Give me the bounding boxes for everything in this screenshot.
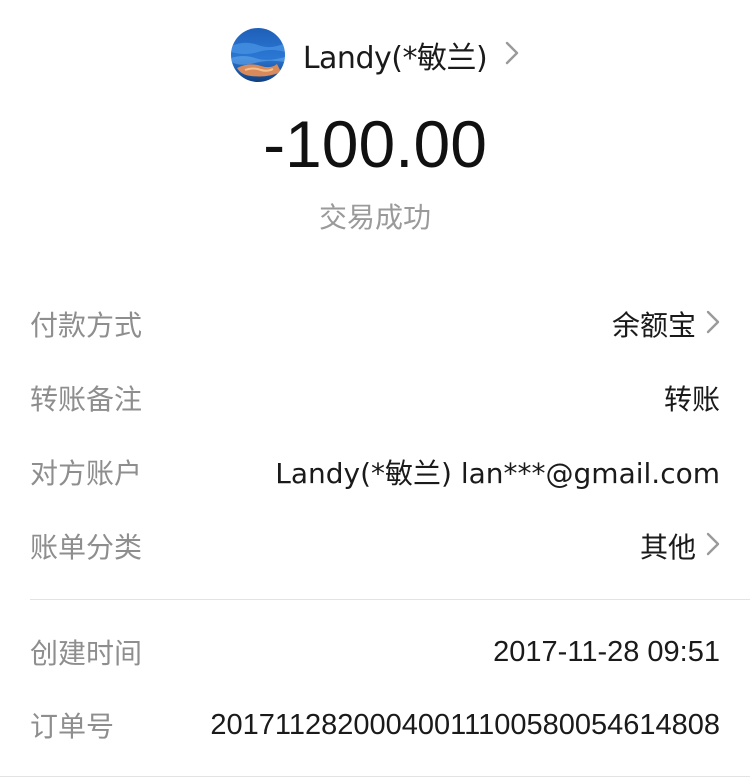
row-label: 对方账户 <box>30 457 143 490</box>
bill-category-value: 其他 <box>639 531 696 564</box>
bill-category-row[interactable]: 账单分类 其他 <box>30 524 720 568</box>
row-value: Landy(*敏兰) lan***@gmail.com <box>275 452 720 492</box>
payment-method-value: 余额宝 <box>611 309 696 342</box>
order-number-value: 20171128200040011100580054614808 <box>210 708 720 741</box>
row-value[interactable]: 其他 <box>640 526 720 566</box>
row-label: 付款方式 <box>30 309 143 342</box>
row-value[interactable]: 余额宝 <box>612 304 720 344</box>
created-time-row: 创建时间 2017-11-28 09:51 <box>30 630 720 674</box>
transfer-note-row: 转账备注 转账 <box>30 376 720 420</box>
avatar <box>230 28 285 82</box>
row-label: 订单号 <box>30 710 115 743</box>
row-label: 创建时间 <box>30 637 143 670</box>
payee-header[interactable]: Landy(*敏兰) <box>0 26 750 84</box>
chevron-right-icon <box>706 308 720 341</box>
avatar-image-icon <box>230 28 285 82</box>
row-label: 账单分类 <box>30 531 143 564</box>
transfer-note-value: 转账 <box>663 383 720 416</box>
order-number-row: 订单号 20171128200040011100580054614808 <box>30 703 720 747</box>
row-value: 转账 <box>664 378 720 418</box>
created-time-value: 2017-11-28 09:51 <box>493 635 720 668</box>
section-divider <box>30 599 750 600</box>
transaction-amount: -100.00 <box>263 107 487 181</box>
transaction-status: 交易成功 <box>318 201 431 234</box>
counterparty-account-value: Landy(*敏兰) lan***@gmail.com <box>275 457 720 490</box>
bottom-divider <box>0 776 750 777</box>
payee-name[interactable]: Landy(*敏兰) <box>303 33 488 77</box>
chevron-right-icon <box>706 530 720 563</box>
chevron-right-icon[interactable] <box>505 41 519 69</box>
payment-method-row[interactable]: 付款方式 余额宝 <box>30 302 720 346</box>
row-label: 转账备注 <box>30 383 143 416</box>
counterparty-account-row: 对方账户 Landy(*敏兰) lan***@gmail.com <box>30 450 720 494</box>
